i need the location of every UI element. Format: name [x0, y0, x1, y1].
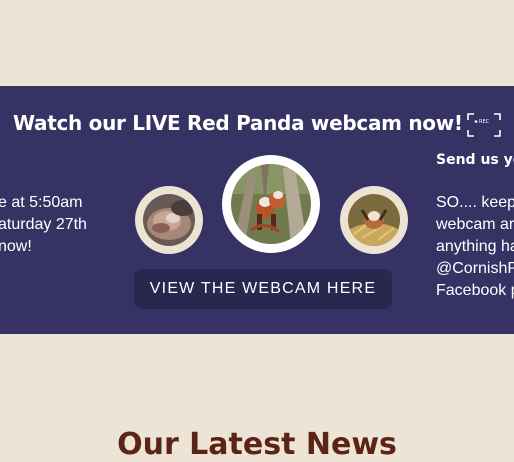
schedule-line: e at 5:50am: [0, 194, 83, 211]
webcam-banner-title: Watch our LIVE Red Panda webcam now!: [13, 111, 463, 135]
schedule-line: aturday 27th: [0, 216, 87, 233]
view-webcam-button[interactable]: VIEW THE WEBCAM HERE: [134, 269, 392, 309]
webcam-thumbnail-center[interactable]: [222, 155, 320, 253]
rec-frame-icon: REC: [467, 113, 501, 137]
latest-news-heading: Our Latest News: [117, 427, 397, 462]
svg-text:REC: REC: [479, 119, 490, 125]
send-us-heading: Send us yo: [436, 152, 514, 168]
webcam-thumbnail-right[interactable]: [340, 186, 408, 254]
webcam-banner: Watch our LIVE Red Panda webcam now! REC…: [0, 86, 514, 334]
schedule-line: now!: [0, 238, 32, 255]
red-panda-sleeping-image: [143, 194, 195, 246]
send-us-line: SO.... keep: [436, 194, 514, 211]
send-us-line: @CornishP: [436, 260, 514, 277]
webcam-schedule-text: e at 5:50am aturday 27th now!: [0, 192, 128, 258]
send-us-line: webcam ar: [436, 216, 514, 233]
send-us-text: SO.... keep webcam ar anything ha @Corni…: [436, 192, 514, 302]
red-panda-tree-image: [231, 164, 311, 244]
send-us-line: Facebook p: [436, 282, 514, 299]
webcam-thumbnail-left[interactable]: [135, 186, 203, 254]
send-us-line: anything ha: [436, 238, 514, 255]
red-panda-nest-image: [348, 194, 400, 246]
